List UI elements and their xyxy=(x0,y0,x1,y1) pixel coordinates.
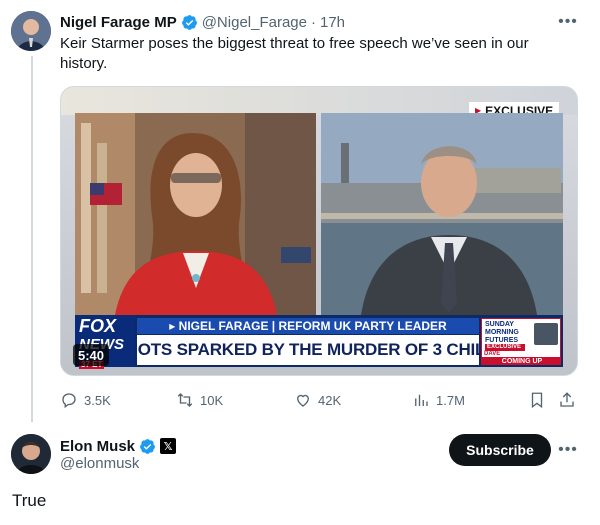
views-icon xyxy=(415,394,428,406)
video-panel-guest xyxy=(321,113,563,315)
subscribe-button[interactable]: Subscribe xyxy=(449,434,551,466)
repost-count: 10K xyxy=(200,392,224,408)
share-icon xyxy=(560,392,574,407)
avatar-image xyxy=(11,11,51,51)
video-panel-host xyxy=(75,113,316,315)
tweet-timestamp[interactable]: 17h xyxy=(320,14,345,31)
separator-dot: · xyxy=(310,13,316,31)
reply-author-handle[interactable]: @elonmusk xyxy=(60,455,139,472)
avatar[interactable] xyxy=(11,11,51,51)
repost-icon xyxy=(177,393,193,407)
news-lower-third: FOX NEWS 37 ET ▸ NIGEL FARAGE | REFORM U… xyxy=(75,315,563,369)
verified-badge-icon[interactable] xyxy=(181,14,198,31)
reply-button[interactable]: 3.5K xyxy=(60,390,111,410)
views-button[interactable]: 1.7M xyxy=(412,390,465,410)
reply-author-name[interactable]: Elon Musk xyxy=(60,438,135,455)
promo-box: SUNDAY MORNING FUTURES EXCLUSIVE DAVE MC… xyxy=(481,318,561,365)
video-duration: 5:40 xyxy=(73,344,110,366)
reply-icon xyxy=(62,393,76,409)
reply-avatar[interactable] xyxy=(11,434,51,474)
author-name[interactable]: Nigel Farage MP xyxy=(60,14,177,31)
tweet-actions: 3.5K 10K 42K 1.7M xyxy=(60,390,580,410)
lower-third-headline: U.K. RIOTS SPARKED BY THE MURDER OF 3 CH… xyxy=(137,335,479,365)
bookmark-button[interactable] xyxy=(528,390,546,410)
views-count: 1.7M xyxy=(436,392,465,408)
lower-third-name: ▸ NIGEL FARAGE | REFORM UK PARTY LEADER xyxy=(137,318,479,334)
thread-connector-line xyxy=(31,56,33,422)
host-image xyxy=(75,113,316,315)
tweet-video[interactable]: ▶ EXCLUSIVE FOX ▸ NIGEL FARAGE | REFORM … xyxy=(60,86,578,376)
heart-icon xyxy=(297,394,309,407)
share-button[interactable] xyxy=(558,390,576,410)
reply-text: True xyxy=(12,491,47,510)
reply-count: 3.5K xyxy=(84,392,111,408)
like-button[interactable]: 42K xyxy=(294,390,341,410)
repost-button[interactable]: 10K xyxy=(176,390,223,410)
promo-photo xyxy=(534,323,558,345)
promo-exclusive: EXCLUSIVE xyxy=(485,344,525,351)
reply-more-options-icon[interactable]: ••• xyxy=(558,440,578,460)
tweet-text: Keir Starmer poses the biggest threat to… xyxy=(60,35,529,72)
reply-avatar-image xyxy=(11,434,51,474)
tweet-header: Nigel Farage MP @Nigel_Farage · 17h xyxy=(60,11,345,33)
like-count: 42K xyxy=(318,392,342,408)
author-handle[interactable]: @Nigel_Farage xyxy=(202,14,307,31)
bookmark-icon xyxy=(531,392,543,409)
promo-coming-up: COMING UP xyxy=(482,357,560,364)
guest-image xyxy=(321,113,563,315)
more-options-icon[interactable]: ••• xyxy=(558,12,578,32)
x-affiliate-icon[interactable]: 𝕏 xyxy=(160,438,177,454)
promo-title: SUNDAY MORNING FUTURES xyxy=(485,321,519,344)
reply-header: Elon Musk 𝕏 xyxy=(60,436,177,456)
verified-badge-icon[interactable] xyxy=(139,438,156,455)
network-logo-top: FOX xyxy=(79,316,117,336)
